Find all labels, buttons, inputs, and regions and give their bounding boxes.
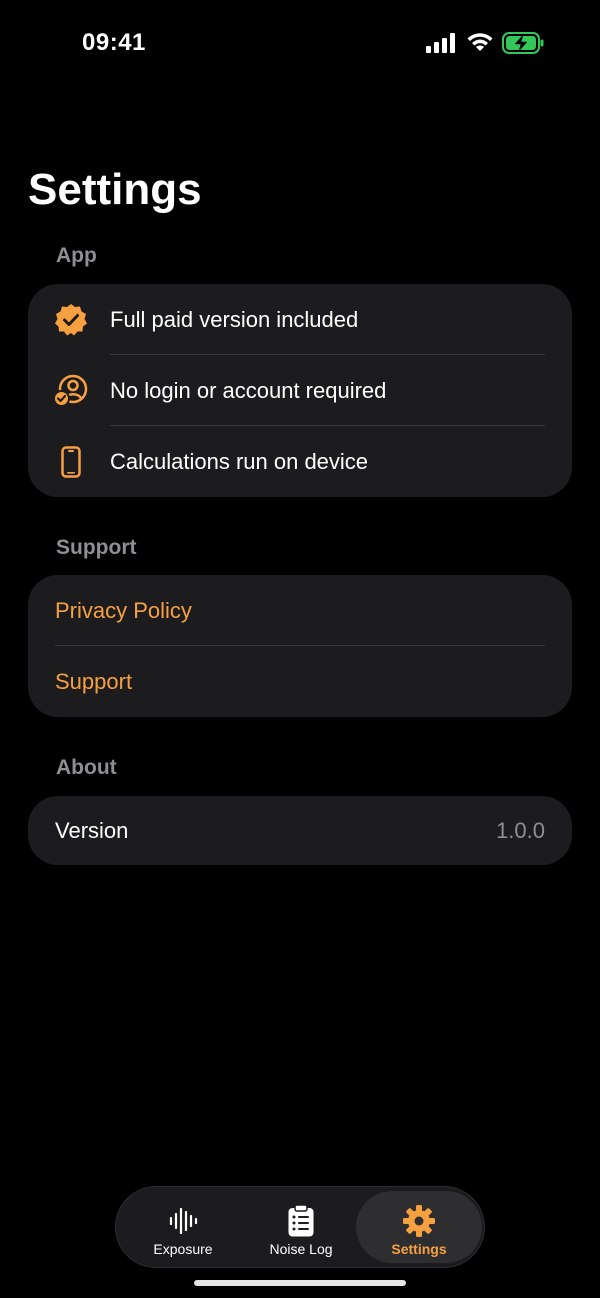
tab-label: Settings [391, 1241, 447, 1257]
status-icons [426, 32, 544, 54]
section-header-app: App [56, 244, 97, 267]
home-indicator[interactable] [194, 1280, 406, 1286]
tab-label: Noise Log [269, 1241, 333, 1257]
cellular-signal-icon [426, 33, 458, 53]
battery-charging-icon [502, 32, 544, 54]
support-label[interactable]: Support [55, 669, 132, 695]
row-label: Full paid version included [110, 306, 359, 332]
support-link[interactable]: Support [28, 646, 572, 717]
tab-exposure[interactable]: Exposure [124, 1191, 242, 1263]
iphone-icon [53, 444, 89, 480]
checkmark-seal-icon [53, 302, 89, 338]
gear-icon [401, 1203, 437, 1239]
version-label: Version [55, 817, 129, 843]
privacy-policy-link[interactable]: Privacy Policy [28, 575, 572, 646]
row-label: No login or account required [110, 377, 387, 403]
tab-bar: Exposure Noise Log Settings [115, 1186, 485, 1268]
tab-settings[interactable]: Settings [356, 1191, 482, 1263]
section-header-about: About [56, 756, 117, 779]
row-calculations-on-device: Calculations run on device [28, 426, 572, 497]
tab-label: Exposure [153, 1241, 213, 1257]
version-row: Version 1.0.0 [28, 796, 572, 865]
section-header-support: Support [56, 536, 137, 559]
row-label: Calculations run on device [110, 448, 369, 474]
status-time: 09:41 [82, 29, 146, 56]
row-no-login: No login or account required [28, 355, 572, 426]
clipboard-list-icon [283, 1203, 319, 1239]
support-card: Privacy Policy Support [28, 575, 572, 717]
wifi-icon [466, 33, 494, 53]
tab-noise-log[interactable]: Noise Log [242, 1191, 360, 1263]
privacy-policy-label[interactable]: Privacy Policy [55, 598, 192, 624]
waveform-icon [165, 1203, 201, 1239]
person-check-icon [53, 373, 89, 409]
status-bar: 09:41 [0, 0, 600, 90]
app-card: Full paid version included No login or a… [28, 284, 572, 497]
row-full-paid-version: Full paid version included [28, 284, 572, 355]
version-value: 1.0.0 [496, 817, 545, 843]
page-title: Settings [28, 165, 202, 214]
about-card: Version 1.0.0 [28, 796, 572, 865]
